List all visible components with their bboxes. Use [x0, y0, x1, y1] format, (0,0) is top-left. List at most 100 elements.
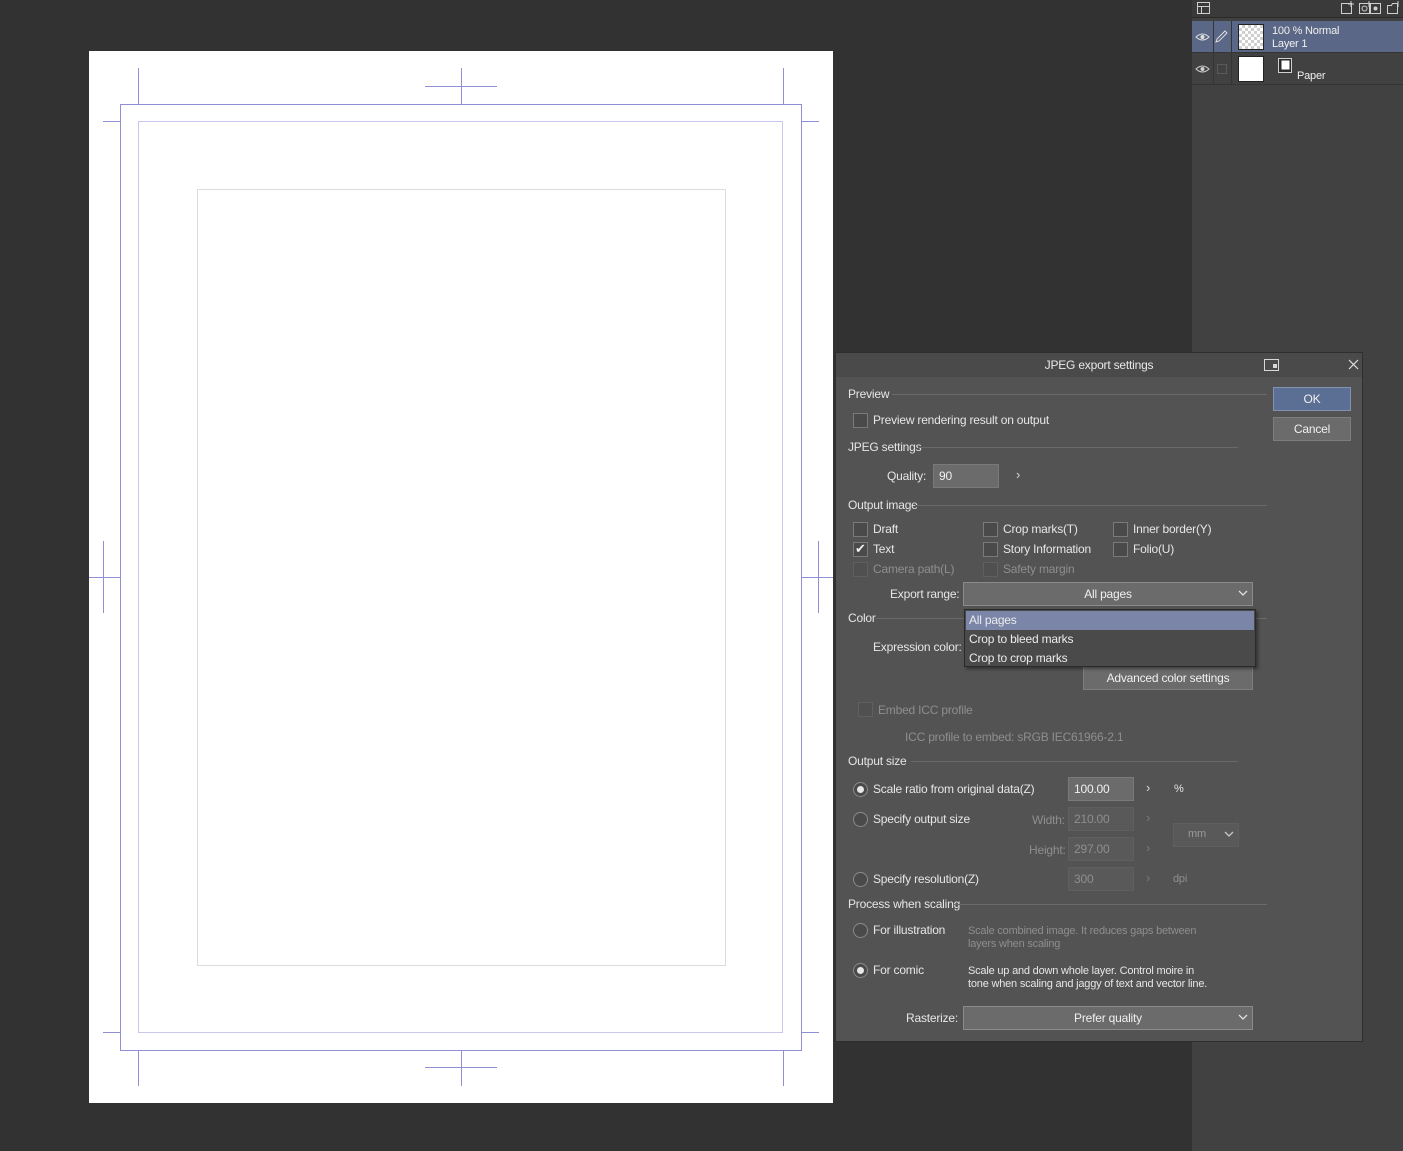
edit-pencil-icon[interactable] — [1214, 30, 1229, 44]
height-input[interactable]: 297.00 — [1068, 837, 1134, 861]
crop-marks-checkbox[interactable] — [983, 522, 998, 537]
story-information-checkbox[interactable] — [983, 542, 998, 557]
unit-value: mm — [1188, 828, 1206, 840]
comic-desc-line1: Scale up and down whole layer. Control m… — [968, 965, 1195, 977]
export-range-dropdown-list: All pages Crop to bleed marks Crop to cr… — [964, 609, 1256, 667]
scale-chevron-icon[interactable]: › — [1146, 780, 1150, 795]
for-illustration-label: For illustration — [873, 923, 946, 937]
dropdown-option-all-pages[interactable]: All pages — [966, 611, 1254, 630]
layer-name: Layer 1 — [1272, 38, 1308, 50]
height-chevron-icon[interactable]: › — [1146, 840, 1150, 855]
visibility-eye-icon[interactable] — [1195, 62, 1210, 76]
canvas-page[interactable] — [89, 51, 833, 1103]
text-checkbox[interactable]: ✔ — [853, 541, 868, 557]
specify-size-radio[interactable] — [853, 812, 868, 827]
width-input[interactable]: 210.00 — [1068, 807, 1134, 831]
resolution-unit: dpi — [1173, 873, 1188, 885]
preview-checkbox[interactable] — [853, 413, 868, 428]
quality-chevron-icon[interactable]: › — [1016, 467, 1020, 482]
cancel-button[interactable]: Cancel — [1273, 417, 1351, 441]
width-chevron-icon[interactable]: › — [1146, 810, 1150, 825]
layer-thumbnail — [1238, 24, 1264, 50]
chevron-down-icon — [1224, 831, 1234, 837]
paper-layer-icon — [1278, 58, 1292, 73]
specify-resolution-label: Specify resolution(Z) — [873, 872, 979, 886]
icc-profile-text: ICC profile to embed: sRGB IEC61966-2.1 — [905, 730, 1124, 744]
ok-button[interactable]: OK — [1273, 387, 1351, 411]
inner-border-label: Inner border(Y) — [1133, 522, 1212, 536]
camera-path-checkbox — [853, 562, 868, 577]
dialog-title: JPEG export settings — [1044, 358, 1154, 372]
layer-property-icon[interactable] — [1196, 1, 1211, 15]
checkmark-icon: ✔ — [855, 541, 866, 556]
export-range-select[interactable]: All pages — [963, 582, 1253, 606]
section-output-size: Output size — [848, 754, 907, 768]
scale-unit: % — [1174, 783, 1184, 795]
embed-icc-label: Embed ICC profile — [878, 703, 973, 717]
page-guides — [89, 68, 833, 1086]
width-label: Width: — [1032, 813, 1065, 827]
section-process-scaling: Process when scaling — [848, 897, 961, 911]
resolution-chevron-icon[interactable]: › — [1146, 870, 1150, 885]
section-color: Color — [848, 611, 876, 625]
section-output-image: Output image — [848, 498, 918, 512]
new-tone-layer-icon[interactable] — [1369, 1, 1384, 15]
dialog-settings-icon[interactable] — [1264, 359, 1279, 371]
rasterize-value: Prefer quality — [1074, 1011, 1142, 1025]
for-comic-radio[interactable] — [853, 963, 868, 978]
inner-border-checkbox[interactable] — [1113, 522, 1128, 537]
camera-path-label: Camera path(L) — [873, 562, 955, 576]
draft-checkbox[interactable] — [853, 522, 868, 537]
layer-row-paper[interactable]: Paper — [1192, 53, 1403, 85]
scale-ratio-radio[interactable] — [853, 782, 868, 797]
safety-margin-checkbox — [983, 562, 998, 577]
export-range-value: All pages — [1084, 587, 1132, 601]
for-illustration-radio[interactable] — [853, 923, 868, 938]
jpeg-export-dialog: JPEG export settings OK Cancel Preview P… — [835, 352, 1363, 1042]
edit-target-box[interactable] — [1217, 64, 1227, 74]
preview-checkbox-label: Preview rendering result on output — [873, 413, 1049, 427]
layer-blend-mode: 100 % Normal — [1272, 25, 1340, 37]
chevron-down-icon — [1238, 590, 1248, 596]
close-icon[interactable] — [1348, 359, 1359, 370]
layer-row-layer-1[interactable]: 100 % Normal Layer 1 — [1192, 21, 1403, 53]
layer-name: Paper — [1297, 70, 1326, 82]
folio-checkbox[interactable] — [1113, 542, 1128, 557]
rasterize-label: Rasterize: — [906, 1011, 959, 1025]
comic-desc-line2: tone when scaling and jaggy of text and … — [968, 978, 1208, 990]
embed-icc-checkbox — [858, 702, 873, 717]
quality-label: Quality: — [887, 469, 927, 483]
export-range-label: Export range: — [890, 587, 960, 601]
section-jpeg-settings: JPEG settings — [848, 440, 922, 454]
unit-select[interactable]: mm — [1173, 823, 1239, 847]
specify-size-label: Specify output size — [873, 812, 970, 826]
for-comic-label: For comic — [873, 963, 924, 977]
new-folder-icon[interactable] — [1386, 1, 1401, 15]
layer-thumbnail — [1238, 56, 1264, 82]
trim-border — [138, 121, 783, 1033]
text-label: Text — [873, 542, 895, 556]
scale-ratio-label: Scale ratio from original data(Z) — [873, 782, 1035, 796]
scale-ratio-input[interactable]: 100.00 — [1068, 777, 1134, 801]
dropdown-option-crop-bleed[interactable]: Crop to bleed marks — [966, 630, 1254, 649]
height-label: Height: — [1029, 843, 1066, 857]
draft-label: Draft — [873, 522, 899, 536]
rasterize-select[interactable]: Prefer quality — [963, 1006, 1253, 1030]
chevron-down-icon — [1238, 1014, 1248, 1020]
bleed-border — [120, 104, 802, 1051]
visibility-eye-icon[interactable] — [1195, 30, 1210, 44]
illustration-desc-line1: Scale combined image. It reduces gaps be… — [968, 925, 1197, 937]
advanced-color-settings-button[interactable]: Advanced color settings — [1083, 666, 1253, 690]
new-raster-layer-icon[interactable] — [1340, 1, 1355, 15]
folio-label: Folio(U) — [1133, 542, 1175, 556]
dropdown-option-crop-marks[interactable]: Crop to crop marks — [966, 649, 1254, 668]
expression-color-label: Expression color: — [873, 640, 962, 654]
quality-input[interactable]: 90 — [933, 464, 999, 488]
specify-resolution-radio[interactable] — [853, 872, 868, 887]
illustration-desc-line2: layers when scaling — [968, 938, 1061, 950]
layer-toolbar — [1192, 0, 1403, 18]
section-preview: Preview — [848, 387, 890, 401]
inner-frame-border — [197, 189, 726, 966]
resolution-input[interactable]: 300 — [1068, 867, 1134, 891]
dialog-titlebar[interactable]: JPEG export settings — [836, 353, 1362, 377]
